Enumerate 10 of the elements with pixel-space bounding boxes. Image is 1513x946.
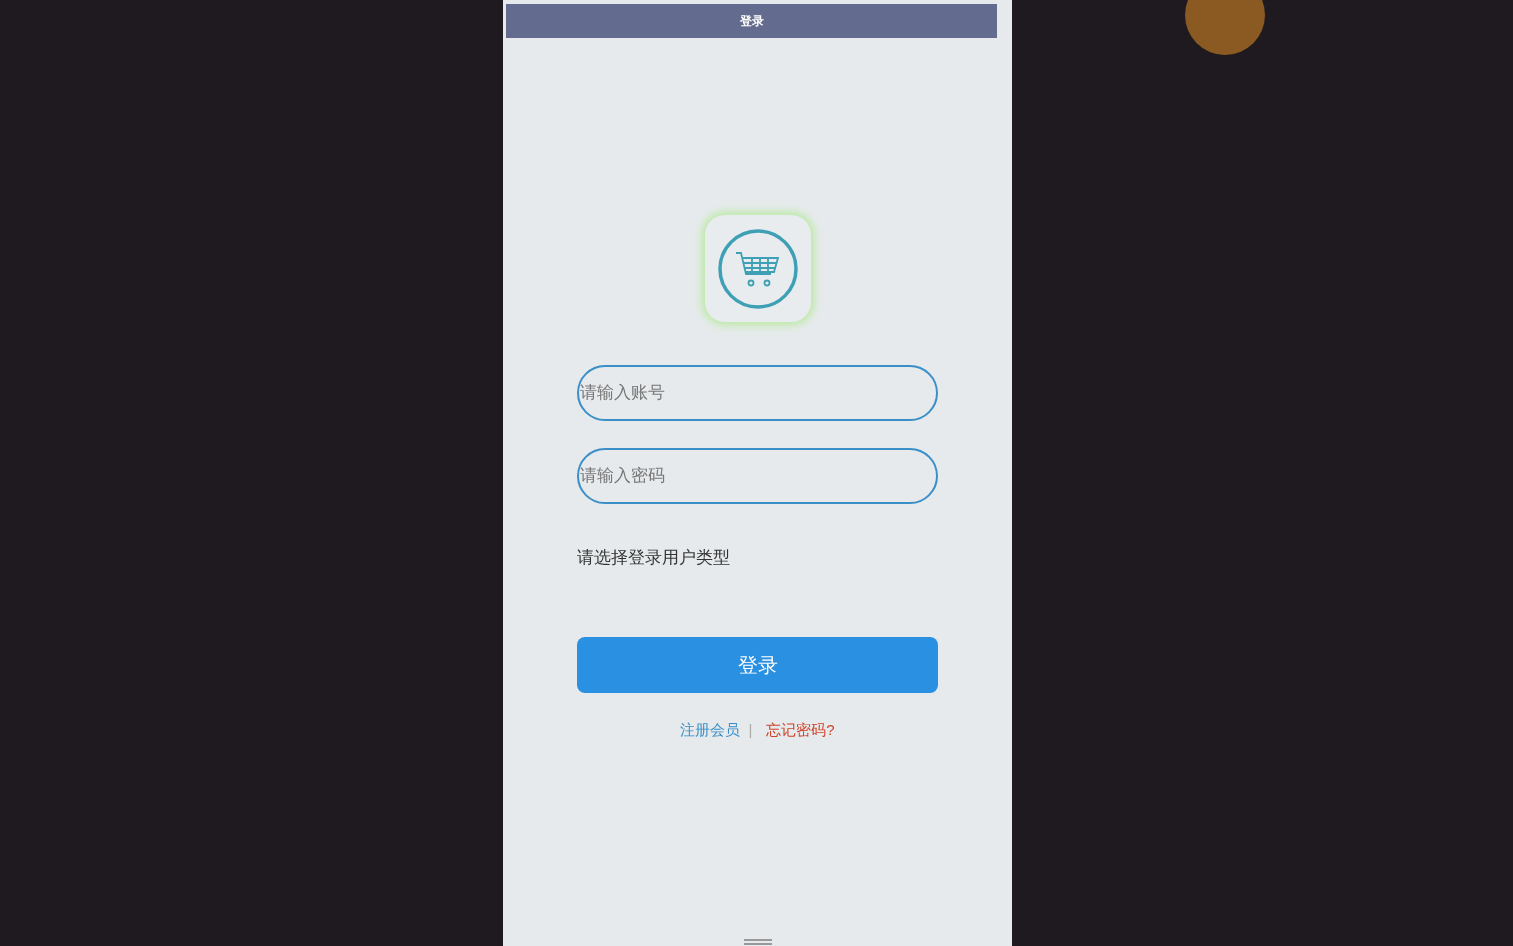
login-button[interactable]: 登录 (577, 636, 938, 693)
register-link[interactable]: 注册会员 (680, 718, 741, 741)
input-field[interactable]: 请输入密码 (577, 448, 938, 504)
header-title: 登录 (739, 13, 764, 30)
drag-handle-icon (743, 939, 772, 945)
link-separator: | (748, 719, 753, 740)
input-field[interactable]: 请输入账号 (577, 365, 938, 421)
user-type-label: 请选择登录用户类型 (577, 547, 731, 569)
shopping-cart-icon (715, 226, 800, 311)
forgot-password-link[interactable]: 忘记密码? (766, 718, 835, 741)
